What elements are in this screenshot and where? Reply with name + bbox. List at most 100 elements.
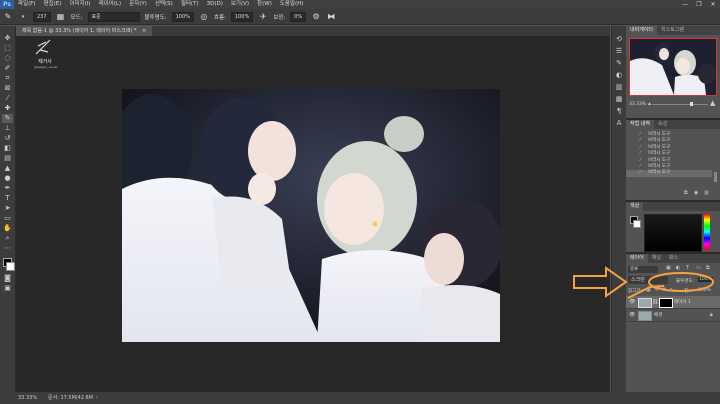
- character-panel-icon[interactable]: A: [614, 118, 624, 128]
- eye-icon[interactable]: 👁︎: [629, 312, 635, 318]
- menu-filter[interactable]: 필터(T): [177, 0, 203, 9]
- history-brush-tool-icon[interactable]: ↺: [2, 134, 13, 143]
- zoom-out-icon[interactable]: ▴: [648, 100, 651, 107]
- navigator-zoom-slider-handle[interactable]: [690, 102, 693, 106]
- lock-image-icon[interactable]: ✎: [654, 287, 658, 293]
- layer-name[interactable]: 레이어 1: [674, 299, 691, 305]
- dodge-tool-icon[interactable]: ●: [2, 174, 13, 183]
- mode-select[interactable]: 표준: [87, 11, 140, 22]
- chevron-down-icon[interactable]: ▾: [18, 12, 28, 22]
- menu-window[interactable]: 창(W): [253, 0, 276, 9]
- flow-input[interactable]: 100%: [230, 11, 254, 22]
- frame-tool-icon[interactable]: ⊠: [2, 84, 13, 93]
- filter-pixel-icon[interactable]: ▣: [666, 265, 671, 271]
- camera-icon[interactable]: ◉: [694, 190, 698, 196]
- layer-row[interactable]: 👁︎ 배경 🔒︎: [626, 309, 720, 322]
- tab-color[interactable]: 색상: [626, 202, 644, 211]
- menu-3d[interactable]: 3D(D): [203, 0, 227, 9]
- menu-help[interactable]: 도움말(H): [276, 0, 308, 9]
- filter-smart-object-icon[interactable]: ⧉: [706, 265, 710, 271]
- zoom-readout[interactable]: 33.33%: [18, 392, 37, 404]
- chevron-right-icon[interactable]: ›: [96, 392, 98, 404]
- lock-all-icon[interactable]: 🔒︎: [670, 287, 673, 293]
- layer-mask-thumbnail[interactable]: [659, 298, 673, 308]
- menu-type[interactable]: 문자(Y): [125, 0, 151, 9]
- move-tool-icon[interactable]: ✥: [2, 34, 13, 43]
- opacity-input[interactable]: 100%: [171, 11, 194, 22]
- filter-adjustment-icon[interactable]: ◐: [676, 265, 680, 271]
- fill-input[interactable]: 100%: [698, 288, 711, 293]
- history-scrollbar[interactable]: [714, 172, 717, 182]
- stamp-tool-icon[interactable]: ⊥: [2, 124, 13, 133]
- lock-position-icon[interactable]: ✥: [662, 287, 666, 293]
- shape-tool-icon[interactable]: ▭: [2, 214, 13, 223]
- tab-histogram[interactable]: 히스토그램: [657, 26, 688, 35]
- background-color-swatch[interactable]: [6, 262, 15, 271]
- properties-panel-icon[interactable]: ☰: [614, 46, 624, 56]
- pressure-opacity-icon[interactable]: ◎: [199, 12, 209, 22]
- eyedropper-tool-icon[interactable]: ⁄: [2, 94, 13, 103]
- blur-tool-icon[interactable]: ▲: [2, 164, 13, 173]
- airbrush-icon[interactable]: ✈: [258, 12, 268, 22]
- brush-tool-icon[interactable]: ✎: [3, 12, 13, 22]
- maximize-button[interactable]: ❐: [692, 0, 706, 9]
- gear-icon[interactable]: ⚙: [311, 12, 321, 22]
- close-button[interactable]: ✕: [706, 0, 720, 9]
- layer-opacity-input[interactable]: 100%: [698, 277, 713, 282]
- hand-tool-icon[interactable]: ✋: [2, 224, 13, 233]
- layer-row-selected[interactable]: 👁︎ ⛓︎ 레이어 1: [626, 296, 720, 309]
- paragraph-panel-icon[interactable]: ¶: [614, 106, 624, 116]
- menu-view[interactable]: 보기(V): [227, 0, 253, 9]
- gradient-tool-icon[interactable]: ▤: [2, 154, 13, 163]
- tab-layers[interactable]: 레이어: [626, 254, 648, 263]
- tab-properties[interactable]: 속성: [654, 120, 671, 129]
- quick-select-tool-icon[interactable]: ✐: [2, 64, 13, 73]
- menu-image[interactable]: 이미지(I): [65, 0, 94, 9]
- new-document-from-state-icon[interactable]: ⧉: [684, 190, 688, 196]
- navigator-zoom-readout[interactable]: 33.33%: [629, 102, 646, 107]
- zoom-in-icon[interactable]: ▲: [710, 99, 715, 107]
- tab-paths[interactable]: 패스: [665, 254, 682, 263]
- path-select-tool-icon[interactable]: ➤: [2, 204, 13, 213]
- close-tab-icon[interactable]: ×: [142, 28, 146, 34]
- menu-select[interactable]: 선택(S): [151, 0, 177, 9]
- navigator-zoom-slider[interactable]: [652, 104, 708, 105]
- color-picker-field[interactable]: [644, 214, 702, 252]
- filter-shape-icon[interactable]: ▭: [696, 265, 701, 271]
- menu-layer[interactable]: 레이어(L): [95, 0, 126, 9]
- blend-mode-select[interactable]: 스크린: [628, 276, 668, 284]
- brush-panel-icon[interactable]: ✎: [614, 58, 624, 68]
- symmetry-icon[interactable]: ⧓: [326, 12, 336, 22]
- document-tab[interactable]: 제목 없음-1 @ 33.3% (레이어 1, 레이어 마스크/8) * ×: [16, 26, 153, 36]
- crop-tool-icon[interactable]: ⌗: [2, 74, 13, 83]
- layer-name[interactable]: 배경: [654, 312, 662, 318]
- history-item-current[interactable]: ⁄ 브러시 도구: [626, 170, 712, 177]
- screen-mode-icon[interactable]: ▣: [2, 284, 13, 293]
- menu-file[interactable]: 파일(F): [14, 0, 40, 9]
- healing-brush-tool-icon[interactable]: ✚: [2, 104, 13, 113]
- document-photo[interactable]: [122, 89, 500, 342]
- brush-tool-icon[interactable]: ✎: [2, 114, 13, 123]
- hue-slider[interactable]: [704, 214, 710, 250]
- lasso-tool-icon[interactable]: ◌: [2, 54, 13, 63]
- tab-channels[interactable]: 채널: [648, 254, 665, 263]
- navigator-preview[interactable]: [629, 38, 717, 96]
- brush-size-picker[interactable]: 237: [33, 11, 51, 22]
- pen-tool-icon[interactable]: ✒: [2, 184, 13, 193]
- adjustments-panel-icon[interactable]: ◐: [614, 70, 624, 80]
- background-color-swatch[interactable]: [633, 220, 641, 228]
- brush-settings-icon[interactable]: ▦: [56, 12, 66, 22]
- zoom-tool-icon[interactable]: ⌕: [2, 234, 13, 243]
- more-tools-icon[interactable]: ⋯: [2, 244, 13, 253]
- type-tool-icon[interactable]: T: [2, 194, 13, 203]
- smoothing-input[interactable]: 0%: [290, 11, 307, 22]
- tab-navigator[interactable]: 내비게이터: [626, 26, 658, 35]
- libraries-panel-icon[interactable]: ▥: [614, 82, 624, 92]
- tab-history[interactable]: 작업 내역: [626, 120, 654, 129]
- eye-icon[interactable]: 👁︎: [629, 299, 635, 305]
- swatches-panel-icon[interactable]: ▦: [614, 94, 624, 104]
- marquee-tool-icon[interactable]: ⬚: [2, 44, 13, 53]
- history-panel-icon[interactable]: ⟲: [614, 34, 624, 44]
- eraser-tool-icon[interactable]: ◧: [2, 144, 13, 153]
- layer-filter-select[interactable]: 종류: [628, 266, 658, 273]
